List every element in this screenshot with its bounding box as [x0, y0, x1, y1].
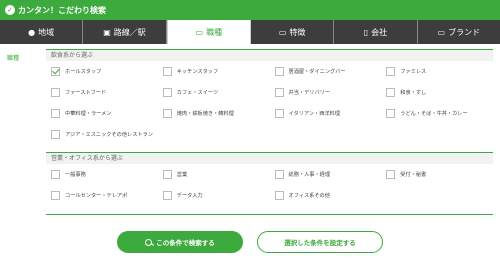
- checkbox-label: 中華料理・ラーメン: [65, 111, 112, 117]
- checkbox-label: 和食・すし: [400, 90, 427, 96]
- checkbox-item[interactable]: データ入力: [162, 185, 275, 206]
- checkbox[interactable]: [51, 88, 60, 97]
- train-icon: ▣: [103, 27, 111, 37]
- search-button[interactable]: この条件で検索する: [117, 231, 243, 253]
- checkbox[interactable]: [162, 109, 172, 118]
- checkbox-label: アジア・エスニックその他レストラン: [65, 132, 153, 138]
- checkbox-item[interactable]: イタリアン・西洋料理: [274, 103, 387, 124]
- checkbox-label: 営業: [176, 172, 188, 178]
- section-title: 飲食系から選ぶ: [46, 49, 493, 61]
- checkbox-label: 弁当・デリバリー: [288, 90, 331, 96]
- checkbox-item[interactable]: アジア・エスニックその他レストラン: [51, 124, 163, 145]
- tab-1[interactable]: ▣ 路線／駅: [83, 20, 167, 44]
- checkbox-label: 焼肉・鉄板焼き・韓料理: [176, 111, 234, 117]
- checkbox-label: ファーストフード: [65, 90, 107, 96]
- checkbox-grid: ホールスタッフ キッチンスタッフ 居酒屋・ダイニングバー ファミレスファーストフード カ…: [46, 61, 493, 145]
- checkbox[interactable]: [274, 88, 284, 97]
- checkbox-item[interactable]: 受付・秘書: [386, 164, 498, 185]
- card-icon: ▭: [278, 27, 287, 37]
- checkbox-grid: 一般事務 営業 総務・人事・経理 受付・秘書コールセンター・テレアポ データ入力 オフィス…: [46, 164, 493, 206]
- checkbox-item[interactable]: 中華料理・ラーメン: [51, 103, 163, 124]
- checkbox[interactable]: [274, 191, 284, 200]
- checkbox-label: うどん・そば・牛丼・カレー: [400, 111, 468, 117]
- divider: [46, 214, 493, 215]
- building-icon: ▯: [363, 27, 369, 37]
- checkbox-label: ホールスタッフ: [65, 69, 102, 75]
- checkbox-label: データ入力: [176, 193, 203, 199]
- checkbox[interactable]: [386, 109, 396, 118]
- checkbox[interactable]: [162, 170, 172, 179]
- checkbox-item[interactable]: ファミレス: [386, 61, 498, 82]
- checkbox[interactable]: [51, 130, 60, 139]
- checkbox-item[interactable]: ホールスタッフ: [51, 61, 163, 82]
- checkbox[interactable]: [51, 191, 60, 200]
- location-pin-icon: ●: [28, 27, 36, 37]
- tab-5[interactable]: ▭ ブランド: [418, 20, 500, 44]
- side-label-job-type: 職種: [7, 55, 20, 62]
- checkbox-item[interactable]: キッチンスタッフ: [162, 61, 275, 82]
- checkbox-label: イタリアン・西洋料理: [288, 111, 340, 117]
- checkbox-item[interactable]: 和食・すし: [386, 82, 498, 103]
- section-title: 営業・オフィス系から選ぶ: [46, 152, 493, 164]
- checkbox[interactable]: [162, 191, 172, 200]
- checkbox[interactable]: [386, 170, 396, 179]
- checkbox-item[interactable]: 営業: [162, 164, 275, 185]
- checkbox[interactable]: [386, 88, 396, 97]
- checkbox-item[interactable]: 居酒屋・ダイニングバー: [274, 61, 387, 82]
- checkbox-item[interactable]: カフェ・スイーツ: [162, 82, 275, 103]
- checkbox[interactable]: [162, 88, 172, 97]
- checkbox[interactable]: [51, 67, 60, 76]
- checkbox-item[interactable]: うどん・そば・牛丼・カレー: [386, 103, 498, 124]
- checkbox-item[interactable]: 焼肉・鉄板焼き・韓料理: [162, 103, 275, 124]
- tab-2[interactable]: ▭ 職種: [166, 20, 251, 44]
- checkbox-label: カフェ・スイーツ: [176, 90, 219, 96]
- tab-label: 路線／駅: [113, 27, 146, 37]
- checkbox-item[interactable]: ファーストフード: [51, 82, 163, 103]
- tab-label: ブランド: [448, 27, 481, 37]
- checkbox-label: コールセンター・テレアポ: [65, 193, 128, 199]
- search-button-label: この条件で検索する: [156, 239, 215, 247]
- tab-0[interactable]: ● 地域: [0, 20, 84, 44]
- checkbox[interactable]: [51, 170, 60, 179]
- checkbox[interactable]: [386, 67, 396, 76]
- checkbox-label: 居酒屋・ダイニングバー: [288, 69, 346, 75]
- set-conditions-button[interactable]: 選択した条件を設定する: [257, 231, 383, 253]
- tab-label: 地域: [38, 27, 55, 37]
- checkbox[interactable]: [274, 67, 284, 76]
- search-header: ✓ カンタン！こだわり検索: [0, 0, 500, 20]
- checkbox-label: キッチンスタッフ: [176, 69, 219, 75]
- checkbox-item[interactable]: 弁当・デリバリー: [274, 82, 387, 103]
- tab-4[interactable]: ▯ 会社: [334, 20, 418, 44]
- section-food: 飲食系から選ぶ ホールスタッフ キッチンスタッフ 居酒屋・ダイニングバー ファミレスフ…: [46, 49, 493, 145]
- tab-3[interactable]: ▭ 特徴: [251, 20, 335, 44]
- search-icon: [145, 238, 153, 246]
- checkbox[interactable]: [162, 67, 172, 76]
- category-tabs: ● 地域 ▣ 路線／駅 ▭ 職種 ▭ 特徴 ▯ 会社 ▭ ブランド: [0, 20, 500, 44]
- checkbox-label: 総務・人事・経理: [288, 172, 331, 178]
- set-conditions-label: 選択した条件を設定する: [284, 239, 356, 247]
- checkbox[interactable]: [274, 109, 284, 118]
- header-title: カンタン！こだわり検索: [18, 5, 106, 15]
- checkbox-label: オフィス系その他: [288, 193, 330, 199]
- check-circle-icon: ✓: [5, 5, 15, 15]
- checkbox-item[interactable]: オフィス系その他: [274, 185, 387, 206]
- checkbox-label: ファミレス: [400, 69, 427, 75]
- section-office: 営業・オフィス系から選ぶ 一般事務 営業 総務・人事・経理 受付・秘書コールセンター・…: [46, 152, 493, 206]
- briefcase-icon: ▭: [195, 27, 204, 37]
- tab-label: 会社: [371, 27, 388, 37]
- tag-icon: ▭: [437, 27, 446, 37]
- checkbox-label: 一般事務: [65, 172, 86, 178]
- checkbox[interactable]: [274, 170, 284, 179]
- checkbox-item[interactable]: コールセンター・テレアポ: [51, 185, 163, 206]
- checkbox-item[interactable]: 一般事務: [51, 164, 163, 185]
- checkbox[interactable]: [51, 109, 60, 118]
- checkbox-label: 受付・秘書: [400, 172, 427, 178]
- tab-label: 特徴: [289, 27, 306, 37]
- checkbox-item[interactable]: 総務・人事・経理: [274, 164, 387, 185]
- tab-label: 職種: [206, 27, 223, 37]
